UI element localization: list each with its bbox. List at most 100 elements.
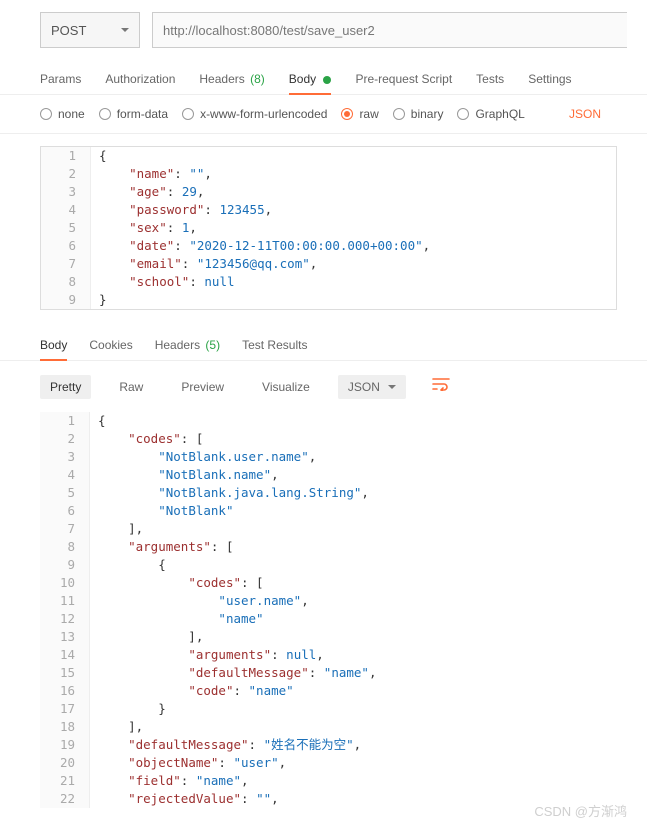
code-content: { — [90, 556, 166, 574]
body-type-graphql[interactable]: GraphQL — [457, 107, 524, 121]
code-content: "date": "2020-12-11T00:00:00.000+00:00", — [91, 237, 430, 255]
code-content: "NotBlank.java.lang.String", — [90, 484, 369, 502]
body-type-xform[interactable]: x-www-form-urlencoded — [182, 107, 327, 121]
line-number: 22 — [40, 790, 90, 808]
view-preview[interactable]: Preview — [171, 375, 234, 399]
radio-icon — [182, 108, 194, 120]
line-number: 3 — [41, 183, 91, 201]
code-content: "NotBlank" — [90, 502, 233, 520]
code-line: 19 "defaultMessage": "姓名不能为空", — [40, 736, 617, 754]
tab-authorization[interactable]: Authorization — [105, 64, 175, 94]
line-number: 4 — [41, 201, 91, 219]
code-line: 15 "defaultMessage": "name", — [40, 664, 617, 682]
code-line: 1{ — [41, 147, 616, 165]
resp-tab-body[interactable]: Body — [40, 330, 67, 360]
code-content: "codes": [ — [90, 574, 264, 592]
tab-body[interactable]: Body — [289, 64, 332, 94]
view-pretty[interactable]: Pretty — [40, 375, 91, 399]
code-line: 7 "email": "123456@qq.com", — [41, 255, 616, 273]
line-number: 2 — [41, 165, 91, 183]
line-number: 17 — [40, 700, 90, 718]
response-format-select[interactable]: JSON — [338, 375, 406, 399]
code-content: "password": 123455, — [91, 201, 272, 219]
code-content: "arguments": null, — [90, 646, 324, 664]
view-visualize[interactable]: Visualize — [252, 375, 320, 399]
code-content: "defaultMessage": "name", — [90, 664, 376, 682]
line-number: 8 — [40, 538, 90, 556]
line-number: 21 — [40, 772, 90, 790]
body-type-form-data[interactable]: form-data — [99, 107, 168, 121]
code-line: 7 ], — [40, 520, 617, 538]
line-number: 6 — [41, 237, 91, 255]
http-method-label: POST — [51, 23, 86, 38]
chevron-down-icon — [388, 385, 396, 389]
code-line: 8 "school": null — [41, 273, 616, 291]
code-line: 20 "objectName": "user", — [40, 754, 617, 772]
body-type-none[interactable]: none — [40, 107, 85, 121]
http-method-select[interactable]: POST — [40, 12, 140, 48]
url-input[interactable]: http://localhost:8080/test/save_user2 — [152, 12, 627, 48]
code-content: "defaultMessage": "姓名不能为空", — [90, 736, 361, 754]
resp-tab-headers[interactable]: Headers (5) — [155, 330, 220, 360]
line-number: 1 — [41, 147, 91, 165]
resp-tab-test-results[interactable]: Test Results — [242, 330, 307, 360]
code-line: 22 "rejectedValue": "", — [40, 790, 617, 808]
response-view-bar: Pretty Raw Preview Visualize JSON — [0, 361, 647, 412]
code-content: "name": "", — [91, 165, 212, 183]
radio-icon — [393, 108, 405, 120]
code-content: "field": "name", — [90, 772, 249, 790]
code-line: 8 "arguments": [ — [40, 538, 617, 556]
body-type-raw[interactable]: raw — [341, 107, 378, 121]
tab-tests[interactable]: Tests — [476, 64, 504, 94]
code-content: "arguments": [ — [90, 538, 233, 556]
line-number: 20 — [40, 754, 90, 772]
chevron-down-icon — [121, 28, 129, 32]
line-number: 2 — [40, 430, 90, 448]
line-number: 11 — [40, 592, 90, 610]
code-content: ], — [90, 718, 143, 736]
code-content: } — [90, 700, 166, 718]
tab-body-label: Body — [289, 72, 316, 86]
code-line: 10 "codes": [ — [40, 574, 617, 592]
line-wrap-icon[interactable] — [424, 373, 458, 400]
request-body-editor[interactable]: 1{2 "name": "",3 "age": 29,4 "password":… — [40, 146, 617, 310]
resp-tab-headers-count: (5) — [205, 338, 220, 352]
body-type-row: none form-data x-www-form-urlencoded raw… — [0, 95, 647, 134]
line-number: 13 — [40, 628, 90, 646]
line-number: 5 — [40, 484, 90, 502]
radio-icon — [341, 108, 353, 120]
code-line: 9 { — [40, 556, 617, 574]
body-format-json[interactable]: JSON — [569, 107, 607, 121]
request-tabs: Params Authorization Headers (8) Body Pr… — [0, 60, 647, 95]
code-line: 6 "date": "2020-12-11T00:00:00.000+00:00… — [41, 237, 616, 255]
code-content: } — [91, 291, 107, 309]
code-content: "codes": [ — [90, 430, 203, 448]
code-line: 6 "NotBlank" — [40, 502, 617, 520]
code-content: "code": "name" — [90, 682, 294, 700]
code-content: "email": "123456@qq.com", — [91, 255, 317, 273]
view-raw[interactable]: Raw — [109, 375, 153, 399]
line-number: 9 — [40, 556, 90, 574]
code-line: 2 "codes": [ — [40, 430, 617, 448]
code-line: 5 "NotBlank.java.lang.String", — [40, 484, 617, 502]
tab-prerequest[interactable]: Pre-request Script — [355, 64, 452, 94]
line-number: 16 — [40, 682, 90, 700]
code-content: "age": 29, — [91, 183, 204, 201]
tab-params[interactable]: Params — [40, 64, 81, 94]
resp-tab-cookies[interactable]: Cookies — [89, 330, 132, 360]
response-tabs: Body Cookies Headers (5) Test Results — [0, 322, 647, 361]
line-number: 9 — [41, 291, 91, 309]
response-format-label: JSON — [348, 380, 380, 394]
code-content: "rejectedValue": "", — [90, 790, 279, 808]
code-line: 9} — [41, 291, 616, 309]
code-line: 1{ — [40, 412, 617, 430]
body-type-binary[interactable]: binary — [393, 107, 444, 121]
tab-settings[interactable]: Settings — [528, 64, 571, 94]
tab-headers[interactable]: Headers (8) — [199, 64, 264, 94]
line-number: 7 — [41, 255, 91, 273]
line-number: 4 — [40, 466, 90, 484]
code-line: 17 } — [40, 700, 617, 718]
code-line: 2 "name": "", — [41, 165, 616, 183]
response-body-viewer[interactable]: 1{2 "codes": [3 "NotBlank.user.name",4 "… — [0, 412, 647, 820]
code-content: "sex": 1, — [91, 219, 197, 237]
